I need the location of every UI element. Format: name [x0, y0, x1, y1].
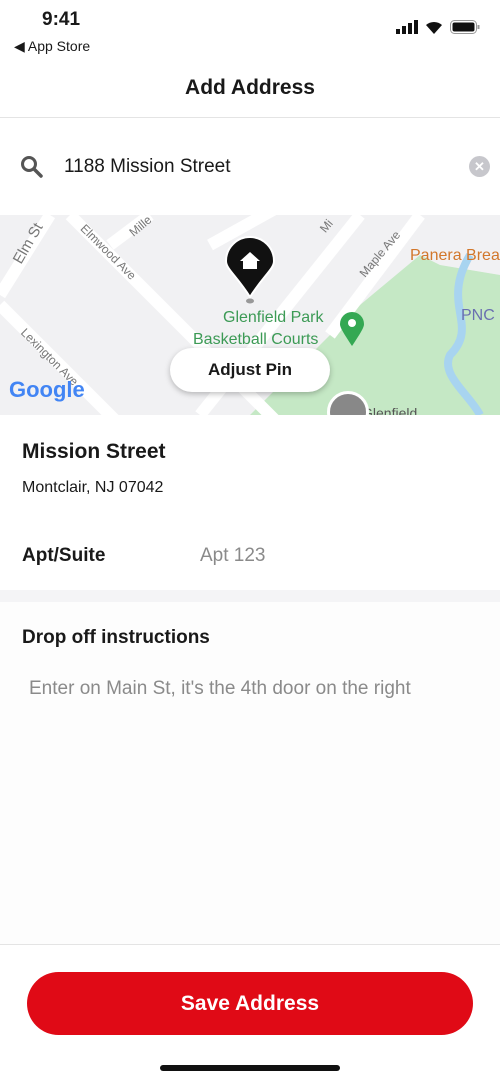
poi-pin-icon	[340, 312, 364, 346]
poi-label: Basketball Courts	[193, 331, 319, 348]
home-indicator[interactable]	[160, 1065, 340, 1071]
address-section: Mission Street Montclair, NJ 07042 Apt/S…	[0, 415, 500, 590]
apt-suite-input[interactable]: Apt 123	[200, 545, 266, 567]
street-name: Mission Street	[22, 440, 166, 463]
home-pin-icon[interactable]	[222, 235, 278, 307]
adjust-pin-button[interactable]: Adjust Pin	[170, 348, 330, 392]
wifi-icon	[426, 21, 442, 34]
footer: Save Address	[0, 944, 500, 1080]
dropoff-heading: Drop off instructions	[22, 627, 210, 648]
poi-label: Glenfield Park	[223, 309, 324, 326]
search-icon	[21, 156, 43, 178]
map-label: PNC	[461, 307, 495, 324]
status-bar: 9:41 ◀ App Store	[0, 0, 500, 60]
map[interactable]: Elm St Mille Elmwood Ave Mi Maple Ave Pa…	[0, 215, 500, 415]
map-label: Panera Brea	[410, 247, 500, 264]
header: Add Address	[0, 60, 500, 118]
save-address-button[interactable]: Save Address	[27, 972, 473, 1035]
back-to-app-store[interactable]: ◀ App Store	[14, 38, 90, 55]
page-title: Add Address	[185, 76, 315, 99]
battery-icon	[450, 20, 480, 34]
search-input[interactable]: 1188 Mission Street	[64, 156, 231, 178]
clear-icon[interactable]: ✕	[469, 156, 490, 177]
dropoff-instructions-input[interactable]: Enter on Main St, it's the 4th door on t…	[29, 678, 411, 700]
signal-icon	[396, 20, 418, 34]
city-state-zip: Montclair, NJ 07042	[22, 479, 164, 496]
search-bar[interactable]: 1188 Mission Street ✕	[0, 118, 500, 215]
dropoff-section: Drop off instructions Enter on Main St, …	[0, 602, 500, 944]
map-label: Glenfield	[362, 405, 418, 415]
clock: 9:41	[42, 9, 81, 30]
divider	[0, 590, 500, 602]
google-logo: Google	[9, 377, 85, 402]
apt-suite-label: Apt/Suite	[22, 545, 106, 566]
